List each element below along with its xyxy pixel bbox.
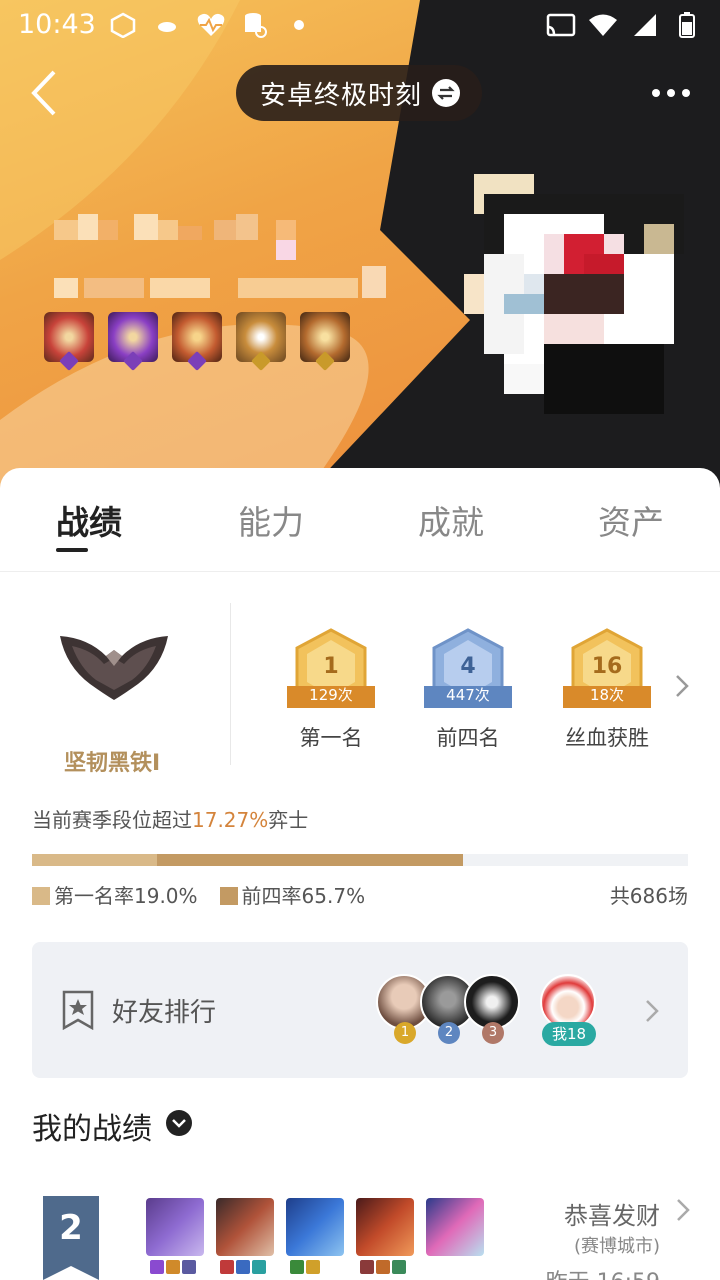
stat-count: 447次 bbox=[446, 686, 490, 704]
stat-label: 第一名 bbox=[299, 726, 363, 750]
battery-icon bbox=[672, 10, 702, 40]
honor-badge-icon[interactable] bbox=[44, 312, 94, 371]
stat-icon-number: 1 bbox=[323, 654, 339, 679]
champion-icon[interactable] bbox=[146, 1198, 204, 1256]
chevron-left-icon bbox=[31, 70, 56, 116]
legend-first: 第一名率19.0% bbox=[32, 880, 198, 909]
dot-icon bbox=[284, 10, 314, 40]
placement-number: 2 bbox=[59, 1208, 83, 1248]
chevron-right-icon bbox=[646, 1000, 659, 1022]
honor-badge-icon[interactable] bbox=[236, 312, 286, 371]
champion-icon[interactable] bbox=[216, 1198, 274, 1256]
account-name: 安卓终极时刻 bbox=[260, 80, 423, 111]
stat-first-place[interactable]: 1 129次 第一名 bbox=[281, 628, 381, 750]
more-dot-icon bbox=[667, 89, 675, 97]
wifi-icon bbox=[588, 10, 618, 40]
blurred-avatar bbox=[464, 174, 684, 414]
tab-assets[interactable]: 资产 bbox=[598, 496, 664, 544]
app-notification-icon bbox=[108, 10, 138, 40]
signal-icon bbox=[630, 10, 660, 40]
champion-items bbox=[150, 1260, 196, 1274]
back-button[interactable] bbox=[26, 68, 66, 118]
champion-items bbox=[360, 1260, 406, 1274]
friend-rank-badge: 3 bbox=[482, 1022, 504, 1044]
stat-narrow-win[interactable]: 16 18次 丝血获胜 bbox=[557, 628, 657, 750]
tab-active-indicator bbox=[56, 548, 88, 552]
more-dot-icon bbox=[652, 89, 660, 97]
heart-rate-icon bbox=[196, 10, 226, 40]
honor-badge-icon[interactable] bbox=[172, 312, 222, 371]
chevron-right-icon[interactable] bbox=[676, 1198, 690, 1222]
rank-name: 坚韧黑铁I bbox=[64, 751, 161, 776]
honor-badge-icon[interactable] bbox=[108, 312, 158, 371]
chevron-down-icon bbox=[172, 1119, 186, 1128]
friend-ranking-label: 好友排行 bbox=[112, 998, 217, 1028]
champion-icon[interactable] bbox=[356, 1198, 414, 1256]
swap-icon bbox=[432, 79, 460, 107]
divider bbox=[230, 603, 231, 765]
tab-achievement[interactable]: 成就 bbox=[418, 496, 484, 544]
content-card: 战绩 能力 成就 资产 bbox=[0, 468, 720, 1280]
record-map: (赛博城市) bbox=[573, 1236, 660, 1257]
my-rank-badge: 我18 bbox=[542, 1022, 596, 1046]
database-icon bbox=[240, 10, 270, 40]
season-percent: 当前赛季段位超过17.27%弈士 bbox=[32, 808, 309, 832]
rank-emblem-icon[interactable] bbox=[58, 632, 170, 702]
friend-rank-badge: 2 bbox=[438, 1022, 460, 1044]
status-time: 10:43 bbox=[18, 9, 96, 40]
friend-rank-badge: 1 bbox=[394, 1022, 416, 1044]
champion-items bbox=[220, 1260, 266, 1274]
stat-count: 18次 bbox=[589, 686, 625, 704]
chevron-right-icon[interactable] bbox=[672, 672, 692, 700]
more-menu-button[interactable] bbox=[646, 80, 696, 106]
status-bar: 10:43 bbox=[0, 0, 720, 50]
tab-record[interactable]: 战绩 bbox=[56, 496, 122, 544]
record-mode: 恭喜发财 bbox=[564, 1202, 660, 1230]
friend-ranking-card[interactable]: 好友排行 1 2 3 我18 bbox=[32, 942, 688, 1078]
stat-icon-number: 4 bbox=[460, 654, 476, 679]
rate-progress-bar bbox=[32, 854, 688, 866]
rate-legend: 第一名率19.0% 前四率65.7% bbox=[32, 880, 365, 909]
cast-icon bbox=[546, 10, 576, 40]
records-filter-button[interactable] bbox=[166, 1110, 192, 1136]
stat-count: 129次 bbox=[309, 686, 353, 704]
champion-icon[interactable] bbox=[426, 1198, 484, 1256]
legend-top4: 前四率65.7% bbox=[219, 880, 365, 909]
cloud-icon bbox=[152, 10, 182, 40]
profile-header: 10:43 安卓终极时刻 bbox=[0, 0, 720, 500]
stat-label: 丝血获胜 bbox=[565, 726, 649, 750]
tab-ability[interactable]: 能力 bbox=[238, 496, 304, 544]
stat-label: 前四名 bbox=[436, 726, 500, 750]
account-switcher[interactable]: 安卓终极时刻 bbox=[236, 65, 482, 121]
blurred-player-name bbox=[54, 214, 386, 298]
champion-items bbox=[290, 1260, 320, 1274]
bookmark-star-icon bbox=[62, 990, 94, 1030]
honor-badge-icon[interactable] bbox=[300, 312, 350, 371]
champion-icon[interactable] bbox=[286, 1198, 344, 1256]
stat-top-four[interactable]: 4 447次 前四名 bbox=[418, 628, 518, 750]
honor-badges bbox=[44, 312, 350, 371]
more-dot-icon bbox=[682, 89, 690, 97]
tab-bar: 战绩 能力 成就 资产 bbox=[0, 468, 720, 572]
total-games: 共686场 bbox=[609, 884, 688, 908]
first-rate-fill bbox=[32, 854, 157, 866]
record-time: 昨天 16:59 bbox=[546, 1264, 660, 1280]
stat-icon-number: 16 bbox=[591, 654, 623, 679]
my-records-title: 我的战绩 bbox=[32, 1112, 152, 1147]
